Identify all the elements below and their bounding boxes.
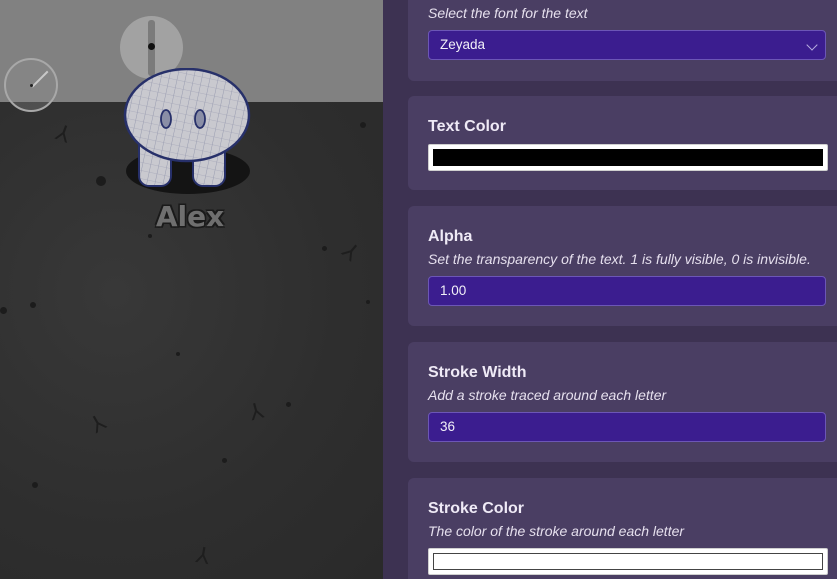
font-select-value: Zeyada bbox=[440, 37, 486, 52]
ground-twig: ⅄ bbox=[52, 120, 74, 149]
ground-twig: ⅄ bbox=[246, 398, 267, 427]
ground-speck bbox=[148, 234, 152, 238]
sprinkler-center bbox=[148, 43, 155, 50]
ground-twig: ⅄ bbox=[194, 543, 212, 570]
stroke-color-title: Stroke Color bbox=[428, 500, 525, 517]
alpha-input[interactable]: 1.00 bbox=[428, 276, 826, 306]
stroke-color-description: The color of the stroke around each lett… bbox=[428, 523, 685, 539]
stroke-width-input[interactable]: 36 bbox=[428, 412, 826, 442]
ground-speck bbox=[96, 176, 106, 186]
ground-speck bbox=[222, 458, 227, 463]
direction-dial[interactable] bbox=[4, 58, 58, 112]
text-color-picker[interactable] bbox=[428, 144, 828, 171]
alpha-description: Set the transparency of the text. 1 is f… bbox=[428, 251, 811, 267]
character-sprite[interactable] bbox=[122, 68, 252, 190]
ground-speck bbox=[366, 300, 370, 304]
character-name-label: Alex bbox=[155, 200, 225, 233]
dial-needle bbox=[31, 70, 49, 88]
ground-speck bbox=[360, 122, 366, 128]
text-settings-panel: Select the font for the text Zeyada Text… bbox=[383, 0, 837, 579]
font-card: Select the font for the text Zeyada bbox=[408, 0, 837, 81]
ground-speck bbox=[32, 482, 38, 488]
stroke-color-picker[interactable] bbox=[428, 548, 828, 575]
stroke-color-swatch bbox=[433, 553, 823, 570]
alpha-card: Alpha Set the transparency of the text. … bbox=[408, 206, 837, 326]
stroke-width-title: Stroke Width bbox=[428, 364, 527, 381]
ground-speck bbox=[322, 246, 327, 251]
stroke-color-card: Stroke Color The color of the stroke aro… bbox=[408, 478, 837, 579]
alpha-title: Alpha bbox=[428, 228, 473, 245]
font-description: Select the font for the text bbox=[428, 5, 588, 21]
ground-twig: ⅄ bbox=[336, 238, 364, 267]
stroke-width-description: Add a stroke traced around each letter bbox=[428, 387, 667, 403]
game-viewport[interactable]: ⅄ ⅄ ⅄ ⅄ ⅄ Alex bbox=[0, 0, 383, 579]
stroke-width-card: Stroke Width Add a stroke traced around … bbox=[408, 342, 837, 462]
text-color-swatch bbox=[433, 149, 823, 166]
ground-twig: ⅄ bbox=[86, 410, 111, 439]
ground-speck bbox=[30, 302, 36, 308]
font-select[interactable]: Zeyada bbox=[428, 30, 826, 60]
ground-speck bbox=[0, 307, 7, 314]
text-color-card: Text Color bbox=[408, 96, 837, 190]
text-color-title: Text Color bbox=[428, 118, 506, 135]
chevron-down-icon bbox=[806, 39, 818, 51]
ground-speck bbox=[176, 352, 180, 356]
ground-speck bbox=[286, 402, 291, 407]
dial-center bbox=[30, 84, 33, 87]
